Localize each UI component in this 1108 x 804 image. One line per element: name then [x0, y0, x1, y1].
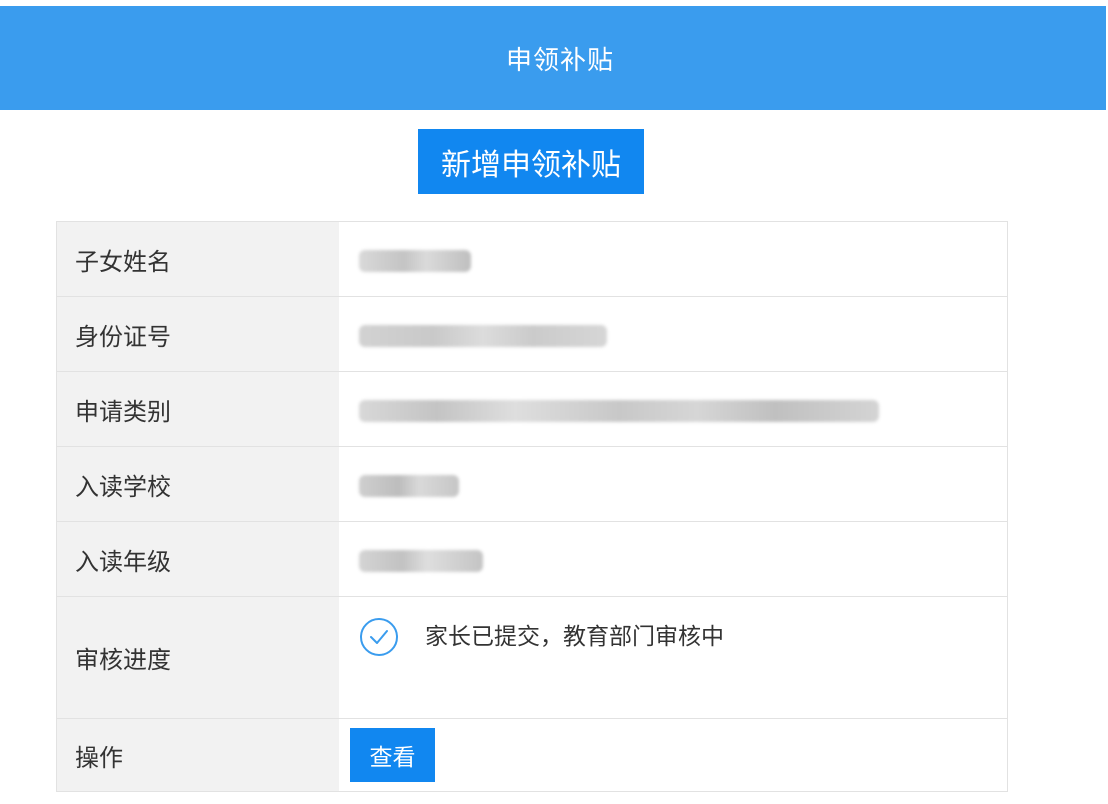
review-status-text: 家长已提交，教育部门审核中: [425, 624, 724, 650]
subsidy-record-table: 子女姓名 身份证号 申请类别 入读学校 入读年级 审核进度 家长已提交，教育部门…: [56, 221, 1008, 792]
page-title: 申领补贴: [505, 45, 614, 76]
check-circle-icon: [359, 617, 399, 657]
review-progress-value: 家长已提交，教育部门审核中: [341, 597, 1007, 718]
redacted-text: [359, 325, 607, 347]
school-value: [341, 447, 1007, 521]
operation-label: 操作: [57, 719, 341, 791]
child-name-value: [341, 222, 1007, 296]
grade-value: [341, 522, 1007, 596]
school-label: 入读学校: [57, 447, 341, 521]
table-row: 审核进度 家长已提交，教育部门审核中: [57, 597, 1007, 719]
table-row: 申请类别: [57, 372, 1007, 447]
id-number-value: [341, 297, 1007, 371]
table-row: 身份证号: [57, 297, 1007, 372]
redacted-text: [359, 475, 459, 497]
application-category-label: 申请类别: [57, 372, 341, 446]
table-row: 入读年级: [57, 522, 1007, 597]
review-progress-label: 审核进度: [57, 597, 341, 718]
table-row: 操作 查看: [57, 719, 1007, 792]
table-row: 子女姓名: [57, 222, 1007, 297]
view-button[interactable]: 查看: [350, 728, 435, 782]
id-number-label: 身份证号: [57, 297, 341, 371]
page-header: 申领补贴: [0, 6, 1106, 110]
redacted-text: [359, 250, 471, 272]
table-row: 入读学校: [57, 447, 1007, 522]
grade-label: 入读年级: [57, 522, 341, 596]
child-name-label: 子女姓名: [57, 222, 341, 296]
review-status: 家长已提交，教育部门审核中: [359, 617, 724, 657]
add-subsidy-button[interactable]: 新增申领补贴: [418, 129, 644, 194]
redacted-text: [359, 550, 483, 572]
application-category-value: [341, 372, 1007, 446]
redacted-text: [359, 400, 879, 422]
operation-value: 查看: [341, 719, 1007, 791]
